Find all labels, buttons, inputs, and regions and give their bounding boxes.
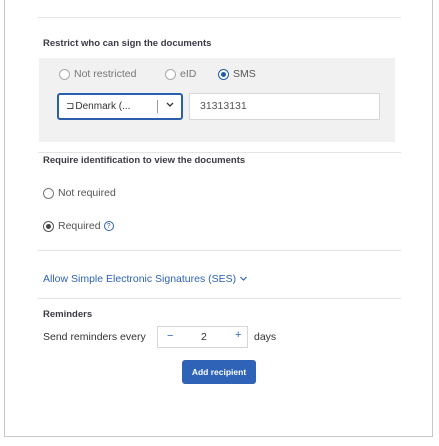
flag-icon: ⊐ — [66, 101, 75, 112]
radio-circle — [59, 68, 70, 80]
reminder-interval-stepper[interactable]: − 2 + — [157, 326, 248, 348]
stepper-value[interactable]: 2 — [201, 331, 207, 343]
divider — [38, 250, 401, 251]
ses-toggle-link[interactable]: Allow Simple Electronic Signatures (SES) — [43, 273, 248, 285]
divider — [38, 298, 401, 299]
reminders-title: Reminders — [43, 309, 93, 320]
select-separator — [157, 100, 158, 113]
decrement-button[interactable]: − — [167, 330, 173, 342]
chevron-down-icon — [165, 99, 175, 111]
radio-eid[interactable]: eID — [165, 68, 196, 80]
increment-button[interactable]: + — [235, 329, 241, 341]
radio-label: Not restricted — [74, 68, 137, 80]
divider — [38, 152, 401, 153]
reminders-suffix: days — [254, 331, 277, 343]
phone-number-input[interactable]: 31313131 — [189, 93, 380, 120]
radio-circle-checked — [218, 68, 229, 80]
add-recipient-button[interactable]: Add recipient — [182, 360, 256, 384]
country-select-value: Denmark (... — [75, 101, 131, 112]
radio-sms[interactable]: SMS — [218, 68, 256, 80]
radio-label: Not required — [58, 187, 116, 199]
radio-circle-checked — [43, 220, 54, 232]
ses-link-label: Allow Simple Electronic Signatures (SES) — [43, 273, 237, 285]
radio-label: SMS — [233, 68, 256, 80]
help-icon[interactable]: ? — [103, 221, 114, 231]
country-code-select[interactable]: ⊐ Denmark (... — [57, 93, 183, 120]
radio-not-required[interactable]: Not required — [43, 187, 116, 199]
radio-label: eID — [180, 68, 197, 80]
divider — [38, 17, 401, 18]
radio-circle — [165, 68, 176, 80]
radio-required[interactable]: Required ? — [43, 220, 114, 232]
reminders-prefix: Send reminders every — [43, 331, 146, 343]
restrict-title: Restrict who can sign the documents — [43, 38, 212, 49]
chevron-down-icon — [239, 274, 248, 285]
radio-circle — [43, 187, 54, 199]
radio-label: Required — [58, 220, 101, 232]
radio-not-restricted[interactable]: Not restricted — [59, 68, 136, 80]
identification-title: Require identification to view the docum… — [43, 155, 246, 166]
